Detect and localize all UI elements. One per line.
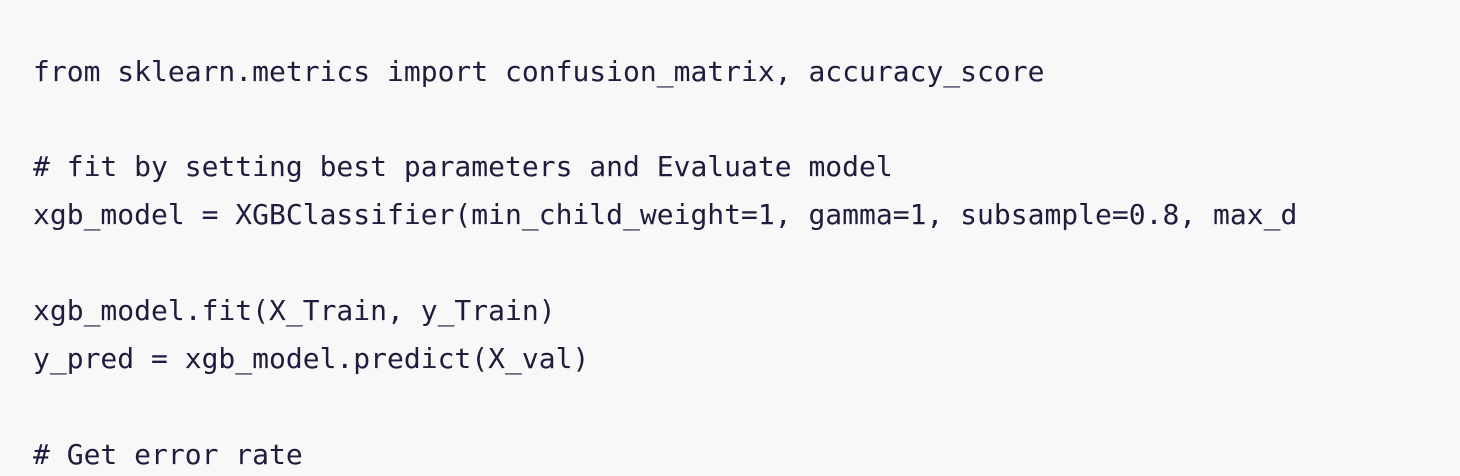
- code-line-model-def: xgb_model = XGBClassifier(min_child_weig…: [33, 198, 1298, 231]
- code-block: from sklearn.metrics import confusion_ma…: [0, 0, 1460, 476]
- code-line-import: from sklearn.metrics import confusion_ma…: [33, 55, 1045, 88]
- code-line-fit: xgb_model.fit(X_Train, y_Train): [33, 294, 556, 327]
- code-line-comment-fit: # fit by setting best parameters and Eva…: [33, 150, 893, 183]
- code-line-comment-error: # Get error rate: [33, 438, 303, 471]
- code-line-predict: y_pred = xgb_model.predict(X_val): [33, 342, 590, 375]
